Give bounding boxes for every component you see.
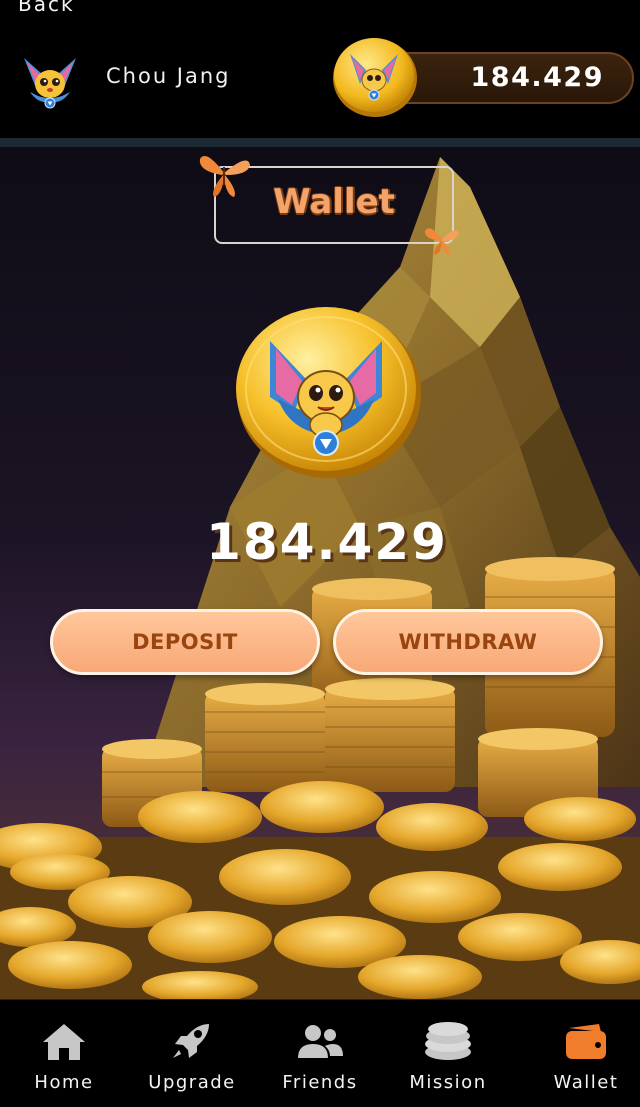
wallet-icon (566, 1024, 606, 1059)
nav-item-friends[interactable]: Friends (256, 1000, 384, 1107)
user-avatar[interactable] (18, 52, 82, 112)
wallet-panel: Wallet 184.429 DEPOSIT WITHDRAW (0, 147, 640, 999)
nav-item-upgrade[interactable]: Upgrade (128, 1000, 256, 1107)
wallet-balance: 184.429 (206, 513, 448, 571)
nav-label-friends: Friends (282, 1072, 358, 1093)
user-name: Chou Jang (106, 64, 231, 88)
butterfly-icon (424, 228, 459, 255)
withdraw-button-label: WITHDRAW (398, 630, 538, 654)
deposit-button-label: DEPOSIT (132, 630, 238, 654)
back-button[interactable]: Back (18, 0, 75, 16)
home-icon (43, 1024, 85, 1060)
nav-label-upgrade: Upgrade (148, 1072, 236, 1093)
wallet-coin-logo (236, 307, 421, 478)
wallet-screen: Back Chou Jang 184.429 Wallet 184.429 DE… (0, 0, 640, 1107)
withdraw-button[interactable]: WITHDRAW (333, 609, 603, 675)
friends-icon (298, 1025, 343, 1058)
rocket-icon (173, 1024, 209, 1058)
nav-item-wallet[interactable]: Wallet (522, 1000, 640, 1107)
deposit-button[interactable]: DEPOSIT (50, 609, 320, 675)
nav-item-home[interactable]: Home (0, 1000, 128, 1107)
bottom-nav: Home Upgrade Friends Mission Wallet (0, 999, 640, 1107)
nav-label-wallet: Wallet (553, 1072, 619, 1093)
butterfly-icon (199, 156, 250, 197)
nav-label-mission: Mission (409, 1072, 487, 1093)
nav-item-mission[interactable]: Mission (384, 1000, 512, 1107)
coin-mountain-background (0, 147, 640, 999)
header-balance-value: 184.429 (470, 62, 604, 93)
coins-stack-icon (425, 1022, 471, 1060)
header-divider (0, 138, 640, 147)
top-header: Back Chou Jang 184.429 (0, 0, 640, 140)
coin-icon (333, 38, 417, 117)
nav-label-home: Home (34, 1072, 94, 1093)
